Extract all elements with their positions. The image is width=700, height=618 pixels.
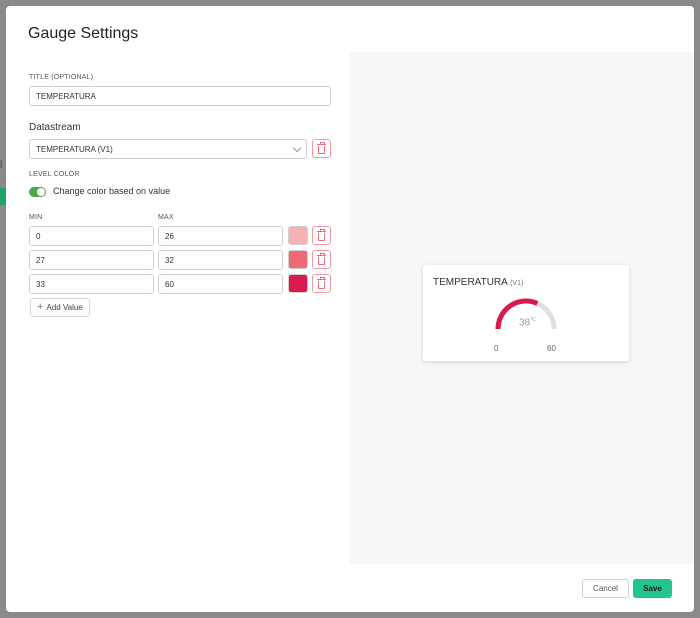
- datastream-select[interactable]: TEMPERATURA (V1): [29, 139, 307, 159]
- preview-panel: TEMPERATURA (V1) 38°C 0 60: [350, 52, 694, 564]
- gauge-value: 38°C: [519, 317, 536, 328]
- widget-title: TEMPERATURA (V1): [433, 277, 523, 288]
- gauge-max-label: 60: [547, 344, 556, 353]
- gauge-dial: [495, 298, 557, 330]
- gauge-settings-dialog: Gauge Settings TITLE (OPTIONAL) TEMPERAT…: [6, 6, 694, 612]
- level-color-toggle-label: Change color based on value: [53, 186, 171, 196]
- range-min-input[interactable]: 33: [29, 274, 154, 294]
- gauge-min-label: 0: [494, 344, 499, 353]
- datastream-label: Datastream: [29, 122, 81, 133]
- level-color-label: LEVEL COLOR: [29, 171, 80, 178]
- settings-panel: TITLE (OPTIONAL) TEMPERATURA Datastream …: [6, 52, 350, 564]
- add-value-button[interactable]: + Add Value: [30, 298, 90, 317]
- delete-range-button[interactable]: [312, 250, 331, 269]
- delete-range-button[interactable]: [312, 274, 331, 293]
- save-button[interactable]: Save: [633, 579, 672, 598]
- range-color-swatch[interactable]: [288, 226, 308, 245]
- widget-datastream-text: (V1): [510, 280, 524, 287]
- title-field-label: TITLE (OPTIONAL): [29, 74, 94, 81]
- min-column-header: MIN: [29, 214, 43, 221]
- gauge-value-number: 38: [519, 317, 531, 329]
- range-min-input[interactable]: 27: [29, 250, 154, 270]
- plus-icon: +: [37, 301, 44, 313]
- trash-icon: [317, 276, 326, 289]
- trash-icon: [317, 228, 326, 241]
- trash-icon: [317, 252, 326, 265]
- delete-range-button[interactable]: [312, 226, 331, 245]
- chevron-down-icon: [292, 143, 302, 152]
- range-max-input[interactable]: 60: [158, 274, 283, 294]
- datastream-selected-value: TEMPERATURA (V1): [36, 144, 113, 154]
- delete-datastream-button[interactable]: [312, 139, 331, 158]
- add-value-label: Add Value: [46, 303, 83, 312]
- range-color-swatch[interactable]: [288, 274, 308, 293]
- cancel-button[interactable]: Cancel: [582, 579, 629, 598]
- level-color-toggle[interactable]: [29, 187, 46, 197]
- range-max-input[interactable]: 26: [158, 226, 283, 246]
- widget-title-text: TEMPERATURA: [433, 277, 508, 288]
- trash-icon: [317, 141, 326, 154]
- range-max-input[interactable]: 32: [158, 250, 283, 270]
- title-input[interactable]: TEMPERATURA: [29, 86, 331, 106]
- gauge-value-unit: °C: [530, 317, 536, 323]
- dialog-title: Gauge Settings: [28, 25, 139, 42]
- gauge-widget-preview: TEMPERATURA (V1) 38°C 0 60: [423, 265, 629, 361]
- range-color-swatch[interactable]: [288, 250, 308, 269]
- max-column-header: MAX: [158, 214, 174, 221]
- range-min-input[interactable]: 0: [29, 226, 154, 246]
